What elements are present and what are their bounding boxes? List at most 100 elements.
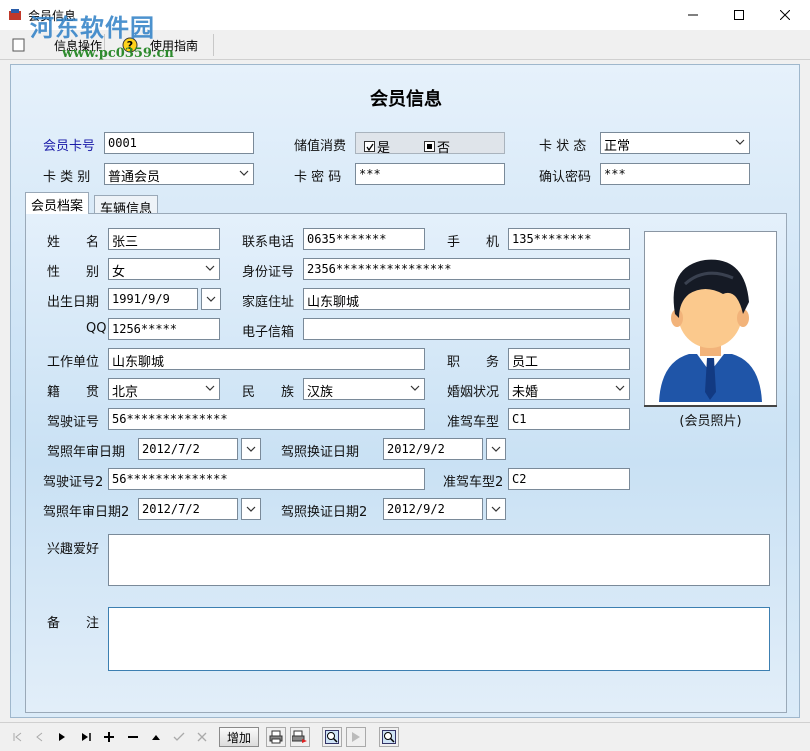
renew2-date-picker[interactable] bbox=[486, 498, 506, 520]
birth-input[interactable]: 1991/9/9 bbox=[108, 288, 198, 310]
license2-label: 驾驶证号2 bbox=[43, 475, 104, 490]
avatar-icon bbox=[649, 236, 772, 402]
card-no-label: 会员卡号 bbox=[43, 139, 96, 154]
nav-insert-button[interactable] bbox=[99, 727, 119, 747]
app-icon bbox=[9, 9, 21, 20]
nav-last-button[interactable] bbox=[76, 727, 96, 747]
review2-date-picker[interactable] bbox=[241, 498, 261, 520]
mobile-input[interactable]: 135******** bbox=[508, 228, 630, 250]
close-button[interactable] bbox=[762, 0, 808, 30]
class2-input[interactable]: C2 bbox=[508, 468, 630, 490]
stored-no-option[interactable]: 否 bbox=[424, 137, 450, 156]
work-label: 工作单位 bbox=[47, 355, 100, 370]
minimize-button[interactable] bbox=[670, 0, 716, 30]
review2-label: 驾照年审日期2 bbox=[43, 505, 130, 520]
mobile-label: 手 机 bbox=[447, 235, 500, 250]
card-status-label: 卡 状 态 bbox=[539, 139, 587, 154]
work-input[interactable]: 山东聊城 bbox=[108, 348, 425, 370]
license2-input[interactable]: 56************** bbox=[108, 468, 425, 490]
printer-icon bbox=[269, 730, 283, 744]
address-input[interactable]: 山东聊城 bbox=[303, 288, 630, 310]
photo-caption: (会员照片) bbox=[679, 414, 742, 429]
birth-date-picker[interactable] bbox=[201, 288, 221, 310]
native-value: 北京 bbox=[112, 385, 139, 400]
card-type-value: 普通会员 bbox=[108, 170, 161, 185]
review-label: 驾照年审日期 bbox=[47, 445, 126, 460]
run-button[interactable] bbox=[346, 727, 366, 747]
confirm-pwd-input[interactable]: *** bbox=[600, 163, 750, 185]
zoom-button[interactable] bbox=[379, 727, 399, 747]
stored-yes-label: 是 bbox=[377, 141, 391, 156]
maximize-icon bbox=[734, 10, 744, 20]
nav-cancel-button[interactable] bbox=[192, 727, 212, 747]
card-status-value: 正常 bbox=[604, 139, 631, 154]
gender-value: 女 bbox=[112, 265, 126, 280]
class-label: 准驾车型 bbox=[447, 415, 500, 430]
card-type-label: 卡 类 别 bbox=[43, 170, 91, 185]
card-type-select[interactable]: 普通会员 bbox=[104, 163, 254, 185]
member-photo[interactable] bbox=[644, 231, 777, 407]
nav-next-button[interactable] bbox=[52, 727, 72, 747]
marital-select[interactable]: 未婚 bbox=[508, 378, 630, 400]
id-input[interactable]: 2356**************** bbox=[303, 258, 630, 280]
minus-icon bbox=[128, 736, 138, 738]
renew-date-picker[interactable] bbox=[486, 438, 506, 460]
marital-label: 婚姻状况 bbox=[447, 385, 500, 400]
card-no-input[interactable]: 0001 bbox=[104, 132, 254, 154]
nav-edit-button[interactable] bbox=[146, 727, 166, 747]
name-label: 姓 名 bbox=[47, 235, 100, 250]
print-preview-button[interactable] bbox=[290, 727, 310, 747]
stored-value-group: 是 否 bbox=[355, 132, 505, 156]
nav-prev-button[interactable] bbox=[30, 727, 50, 747]
card-pwd-input[interactable]: *** bbox=[355, 163, 505, 185]
license-input[interactable]: 56************** bbox=[108, 408, 425, 430]
hobby-textarea[interactable] bbox=[108, 534, 770, 586]
chevron-down-icon bbox=[205, 265, 215, 271]
gender-label: 性 别 bbox=[47, 265, 100, 280]
class-input[interactable]: C1 bbox=[508, 408, 630, 430]
native-select[interactable]: 北京 bbox=[108, 378, 220, 400]
review-date-picker[interactable] bbox=[241, 438, 261, 460]
close-icon bbox=[780, 10, 790, 20]
add-button[interactable]: 增加 bbox=[219, 727, 259, 747]
search-button[interactable] bbox=[322, 727, 342, 747]
renew-label: 驾照换证日期 bbox=[281, 445, 360, 460]
class2-label: 准驾车型2 bbox=[443, 475, 504, 490]
qq-input[interactable]: 1256***** bbox=[108, 318, 220, 340]
renew2-input[interactable]: 2012/9/2 bbox=[383, 498, 483, 520]
remark-textarea[interactable] bbox=[108, 607, 770, 671]
review2-input[interactable]: 2012/7/2 bbox=[138, 498, 238, 520]
contact-input[interactable]: 0635******* bbox=[303, 228, 425, 250]
minimize-icon bbox=[688, 14, 698, 16]
job-input[interactable]: 员工 bbox=[508, 348, 630, 370]
ethnic-select[interactable]: 汉族 bbox=[303, 378, 425, 400]
up-triangle-icon bbox=[152, 735, 160, 740]
gender-select[interactable]: 女 bbox=[108, 258, 220, 280]
email-input[interactable] bbox=[303, 318, 630, 340]
id-label: 身份证号 bbox=[242, 265, 295, 280]
nav-delete-button[interactable] bbox=[123, 727, 143, 747]
card-status-select[interactable]: 正常 bbox=[600, 132, 750, 154]
chevron-down-icon bbox=[246, 506, 256, 512]
watermark-url: www.pc0359.cn bbox=[62, 46, 174, 61]
stored-yes-option[interactable]: 是 bbox=[364, 137, 390, 156]
prev-record-icon bbox=[36, 732, 43, 742]
nav-first-button[interactable] bbox=[8, 727, 28, 747]
first-record-icon bbox=[13, 732, 22, 742]
chevron-down-icon bbox=[410, 385, 420, 391]
chevron-down-icon bbox=[239, 170, 249, 176]
maximize-button[interactable] bbox=[716, 0, 762, 30]
print-button[interactable] bbox=[266, 727, 286, 747]
review-input[interactable]: 2012/7/2 bbox=[138, 438, 238, 460]
toolbar-divider bbox=[213, 34, 214, 56]
name-input[interactable]: 张三 bbox=[108, 228, 220, 250]
photo-underline bbox=[644, 405, 777, 407]
nav-post-button[interactable] bbox=[169, 727, 189, 747]
license-label: 驾驶证号 bbox=[47, 415, 100, 430]
tab-vehicle-info[interactable]: 车辆信息 bbox=[94, 195, 159, 217]
remark-label: 备 注 bbox=[47, 616, 100, 631]
qq-label: QQ bbox=[86, 321, 107, 336]
tab-member-profile[interactable]: 会员档案 bbox=[25, 192, 90, 214]
renew-input[interactable]: 2012/9/2 bbox=[383, 438, 483, 460]
magnifier-icon bbox=[325, 730, 339, 744]
